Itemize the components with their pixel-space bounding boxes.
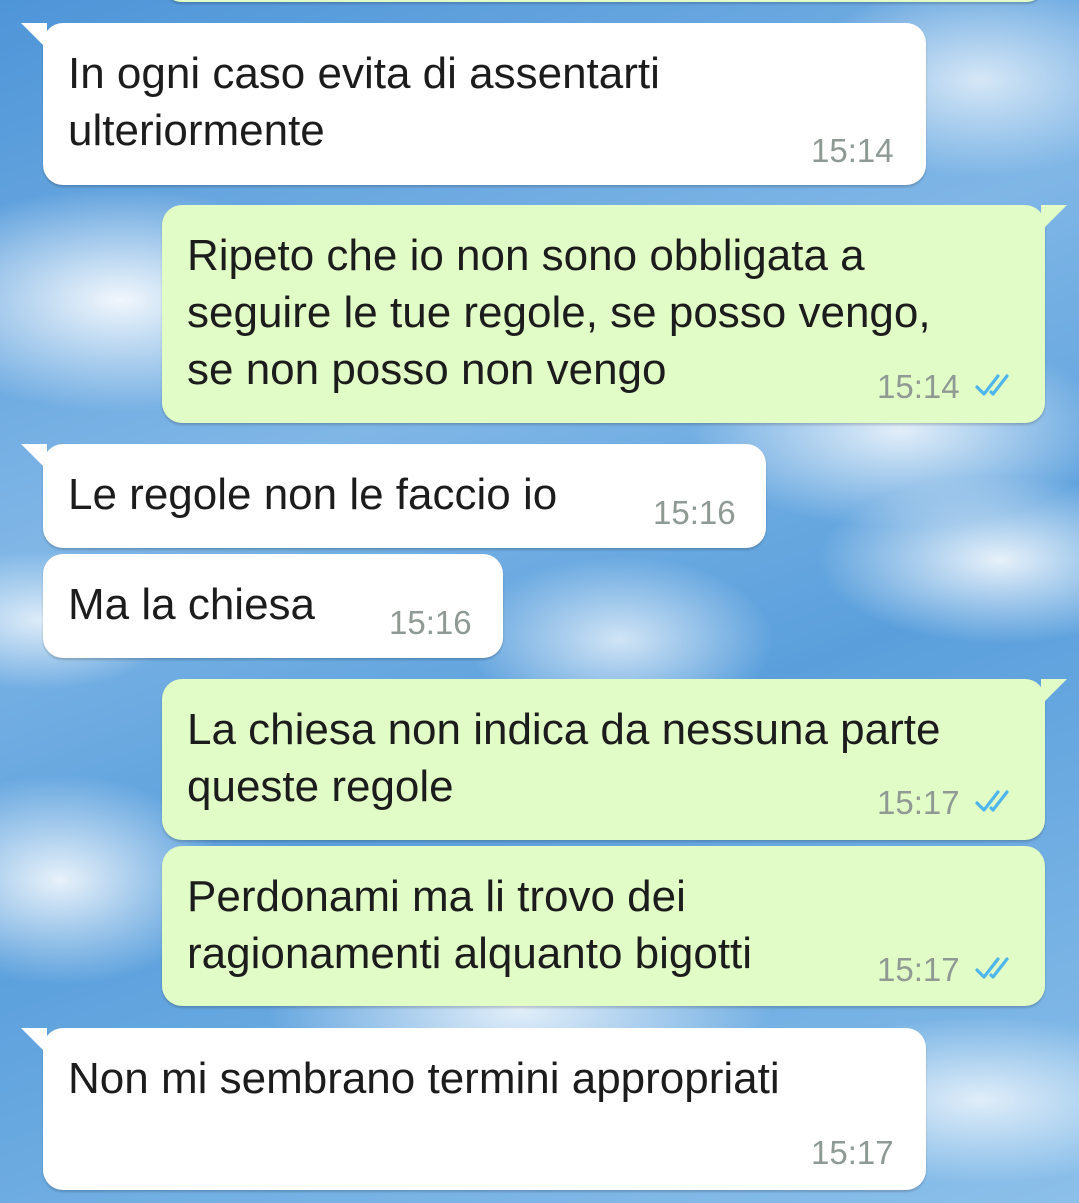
message-time: 15:16 <box>653 494 736 531</box>
incoming-message[interactable]: Non mi sembrano termini appropriati 15:1… <box>21 1028 926 1190</box>
incoming-message[interactable]: Ma la chiesa 15:16 <box>43 554 503 658</box>
message-time: 15:17 <box>877 784 960 821</box>
double-check-read-icon <box>975 374 1009 396</box>
message-text: Ma la chiesa <box>68 580 316 629</box>
message-text: Perdonami ma li trovo dei ragionamenti a… <box>187 872 753 978</box>
double-check-read-icon <box>975 957 1009 979</box>
outgoing-message[interactable]: Perdonami ma li trovo dei ragionamenti a… <box>162 846 1045 1006</box>
message-time: 15:14 <box>877 368 960 405</box>
message-text: Le regole non le faccio io <box>68 470 558 519</box>
message-text: La chiesa non indica da nessuna parte qu… <box>187 705 941 811</box>
previous-message-bubble-edge <box>165 0 1043 2</box>
message-time: 15:16 <box>389 604 472 641</box>
message-text: In ogni caso evita di assentarti ulterio… <box>68 49 660 155</box>
message-text: Non mi sembrano termini appropriati <box>68 1054 780 1103</box>
incoming-message[interactable]: Le regole non le faccio io 15:16 <box>21 444 766 548</box>
message-time: 15:17 <box>877 951 960 988</box>
message-time: 15:14 <box>811 132 894 169</box>
outgoing-message[interactable]: Ripeto che io non sono obbligata a segui… <box>162 205 1067 423</box>
double-check-read-icon <box>975 790 1009 812</box>
message-text: Ripeto che io non sono obbligata a segui… <box>187 231 931 394</box>
incoming-message[interactable]: In ogni caso evita di assentarti ulterio… <box>21 23 926 185</box>
message-time: 15:17 <box>811 1134 894 1171</box>
outgoing-message[interactable]: La chiesa non indica da nessuna parte qu… <box>162 679 1067 840</box>
